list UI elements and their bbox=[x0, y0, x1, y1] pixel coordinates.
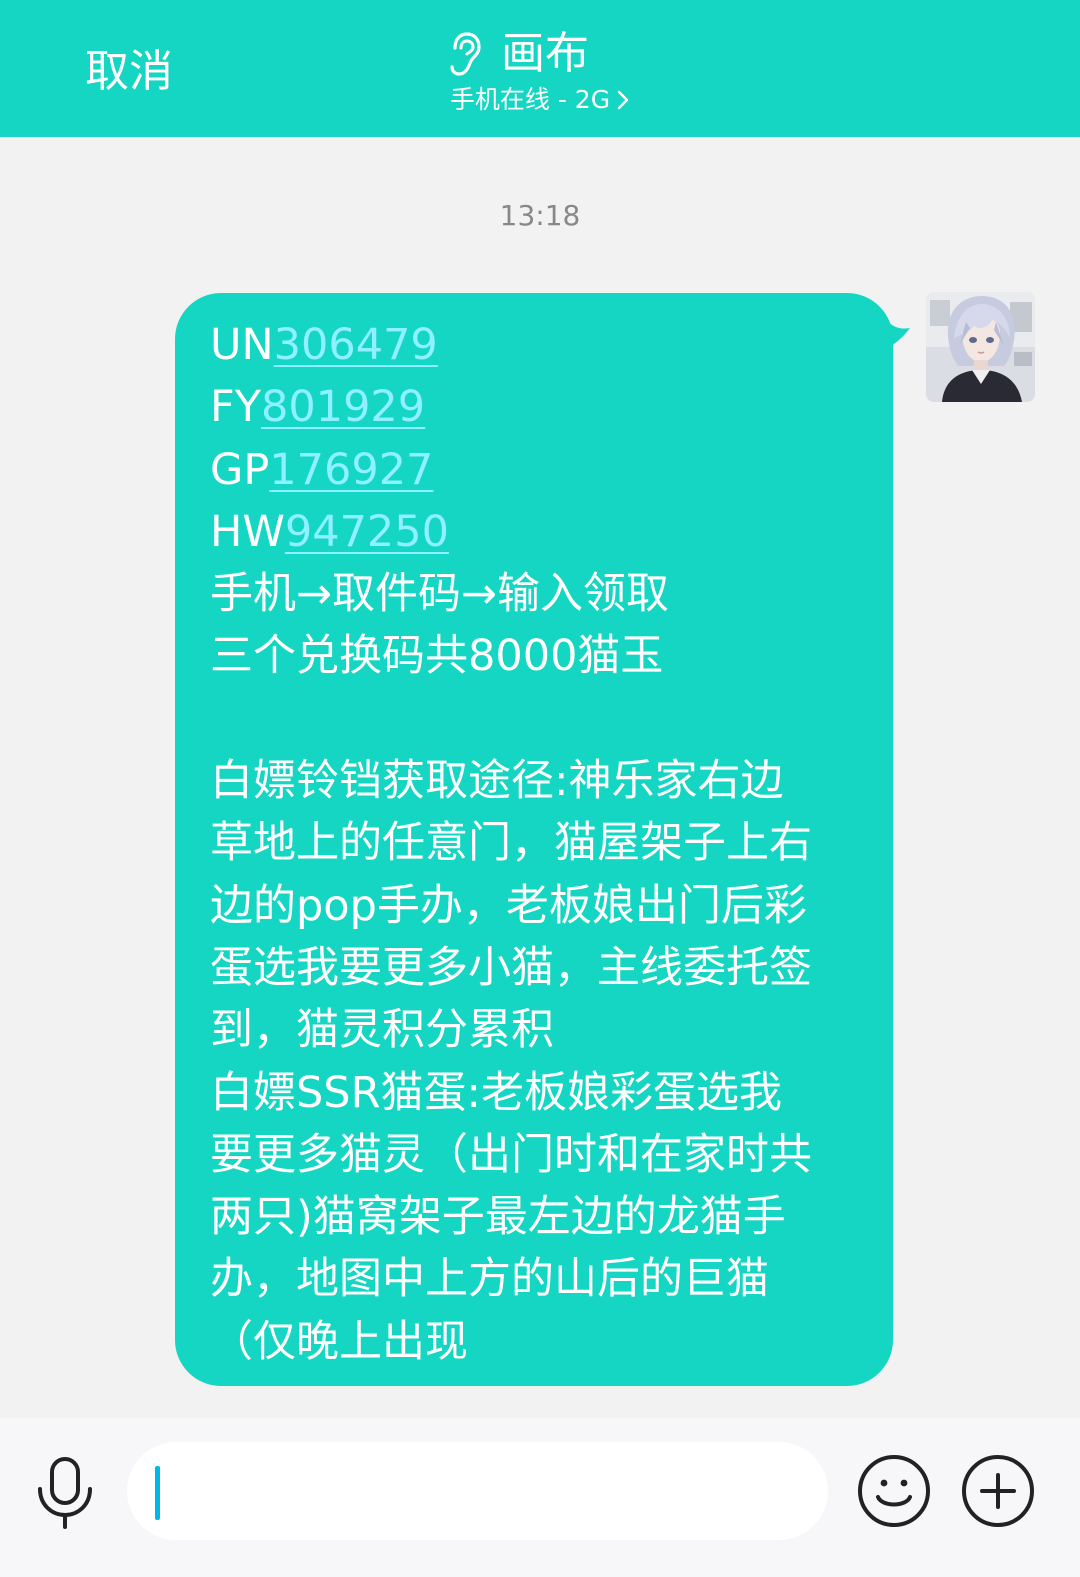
top-bar: 取消 画布 手机在线 - 2G bbox=[0, 0, 1080, 137]
code-line: HW947250 bbox=[210, 501, 870, 563]
message-line: 要更多猫灵（出门时和在家时共 bbox=[210, 1129, 812, 1180]
message-text: UN306479 FY801929 GP176927 HW947250 手机→取… bbox=[210, 314, 870, 1373]
microphone-icon[interactable] bbox=[34, 1455, 96, 1531]
message-input[interactable] bbox=[127, 1442, 828, 1540]
code-link[interactable]: 306479 bbox=[274, 320, 438, 370]
code-line: FY801929 bbox=[210, 376, 870, 438]
message-line bbox=[210, 688, 870, 750]
message-line: 到，猫灵积分累积 bbox=[210, 1005, 554, 1056]
chat-title: 画布 bbox=[501, 28, 589, 79]
code-line: GP176927 bbox=[210, 439, 870, 501]
message-timestamp: 13:18 bbox=[499, 199, 581, 232]
code-link[interactable]: 801929 bbox=[261, 382, 425, 432]
avatar[interactable] bbox=[926, 292, 1035, 402]
code-prefix: UN bbox=[210, 320, 274, 370]
message-line: 白嫖SSR猫蛋:老板娘彩蛋选我 bbox=[210, 1067, 782, 1118]
message-line: 三个兑换码共8000猫玉 bbox=[210, 631, 664, 682]
chevron-right-icon bbox=[617, 90, 629, 110]
status-row[interactable]: 手机在线 - 2G bbox=[0, 82, 1080, 118]
bubble-tail bbox=[884, 316, 910, 350]
code-prefix: HW bbox=[210, 506, 285, 557]
emoji-icon[interactable] bbox=[856, 1453, 932, 1529]
ear-icon[interactable] bbox=[447, 31, 483, 77]
message-line: 办，地图中上方的山后的巨猫 bbox=[210, 1254, 769, 1305]
avatar-image bbox=[926, 292, 1035, 402]
plus-icon[interactable] bbox=[960, 1453, 1036, 1529]
code-prefix: FY bbox=[210, 382, 261, 433]
message-line: 白嫖铃铛获取途径:神乐家右边 bbox=[210, 756, 784, 807]
code-line: UN306479 bbox=[210, 314, 870, 376]
code-link[interactable]: 176927 bbox=[269, 445, 433, 495]
online-status: 手机在线 - 2G bbox=[449, 85, 611, 114]
message-line: 边的pop手办，老板娘出门后彩 bbox=[210, 880, 807, 931]
message-line: （仅晚上出现 bbox=[210, 1316, 468, 1367]
code-link[interactable]: 947250 bbox=[285, 507, 449, 557]
message-line: 手机→取件码→输入领取 bbox=[210, 569, 670, 620]
message-line: 两只)猫窝架子最左边的龙猫手 bbox=[210, 1192, 786, 1243]
text-caret bbox=[155, 1466, 160, 1520]
code-prefix: GP bbox=[210, 444, 270, 495]
message-line: 草地上的任意门，猫屋架子上右 bbox=[210, 818, 812, 869]
message-line: 蛋选我要更多小猫，主线委托签 bbox=[210, 942, 812, 993]
title-row: 画布 bbox=[0, 26, 1080, 82]
